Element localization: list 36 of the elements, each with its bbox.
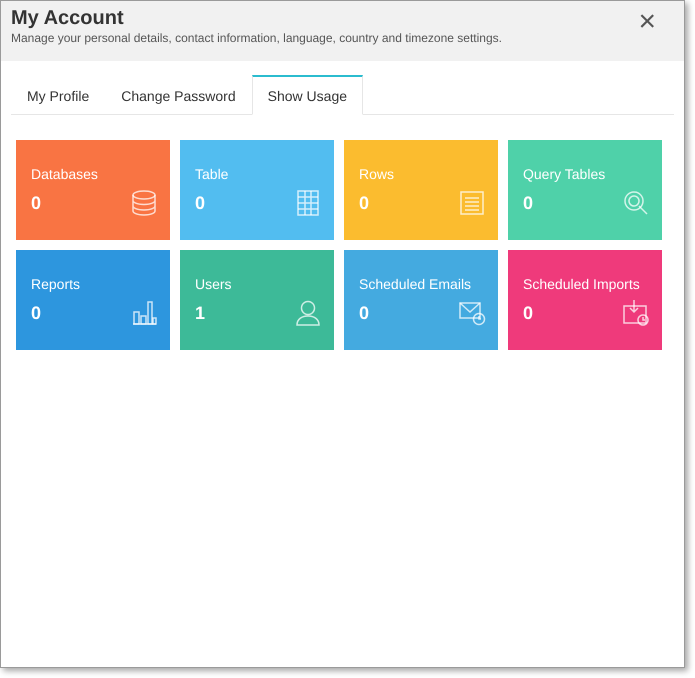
tile-count: 0 (523, 302, 534, 324)
tile-count: 0 (359, 192, 370, 214)
magnifier-target-icon (622, 189, 650, 217)
tile-count: 1 (195, 302, 206, 324)
tile-count: 0 (195, 192, 206, 214)
stat-tile[interactable]: Reports 0 (16, 250, 170, 350)
tile-count: 0 (31, 302, 42, 324)
tile-label: Databases (31, 165, 99, 184)
tile-label: Scheduled Imports (523, 275, 641, 294)
database-icon (130, 189, 158, 217)
tile-count: 0 (359, 302, 370, 324)
document-lines-icon (458, 189, 486, 217)
close-button[interactable]: × (638, 7, 674, 37)
tile-label: Scheduled Emails (359, 275, 472, 294)
stat-tile[interactable]: Scheduled Emails 0 (344, 250, 498, 350)
tile-label: Table (195, 165, 230, 184)
stat-tile[interactable]: Rows 0 (344, 140, 498, 240)
tile-label: Reports (31, 275, 82, 294)
stat-tile[interactable]: Query Tables 0 (508, 140, 662, 240)
tab[interactable]: My Profile (11, 75, 106, 115)
import-clock-icon (622, 299, 650, 327)
tab[interactable]: Change Password (105, 75, 252, 115)
tile-count: 0 (31, 192, 42, 214)
tile-count: 0 (523, 192, 534, 214)
stat-tile[interactable]: Scheduled Imports 0 (508, 250, 662, 350)
user-icon (294, 299, 322, 327)
tab[interactable]: Show Usage (252, 75, 364, 115)
window-subtitle: Manage your personal details, contact information, language, country and timezone settings. (11, 30, 502, 47)
tile-label: Users (195, 275, 233, 294)
stat-tile[interactable]: Table 0 (180, 140, 334, 240)
tile-label: Rows (359, 165, 396, 184)
tile-label: Query Tables (523, 165, 606, 184)
stat-tile[interactable]: Databases 0 (16, 140, 170, 240)
window-title: My Account (11, 7, 125, 29)
stat-tile[interactable]: Users 1 (180, 250, 334, 350)
bar-chart-icon (130, 299, 158, 327)
